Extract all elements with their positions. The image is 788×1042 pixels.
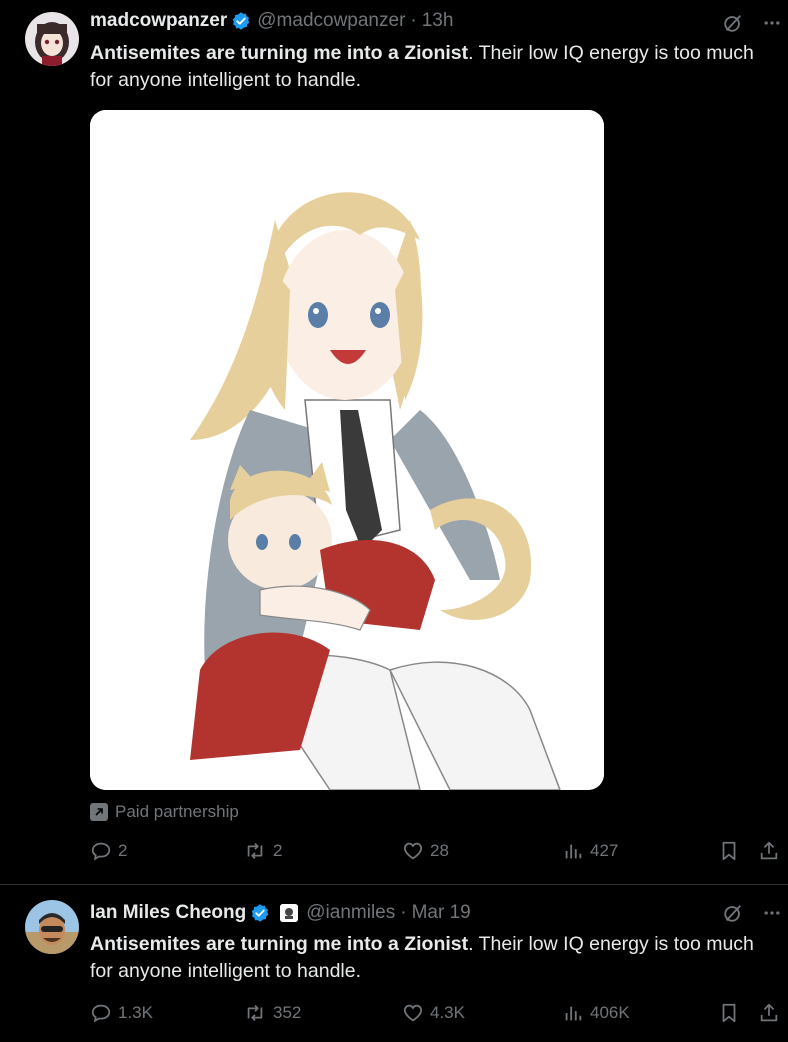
verified-badge-icon (250, 903, 270, 923)
paid-partnership: Paid partnership (90, 802, 239, 822)
avatar[interactable] (25, 900, 79, 954)
bookmark-icon (722, 841, 736, 861)
author-handle[interactable]: @ianmiles (306, 902, 395, 924)
tweet-header: Ian Miles Cheong @ianmiles · Mar 19 (90, 902, 471, 924)
grok-icon[interactable] (722, 12, 744, 39)
views-button[interactable]: 427 (562, 840, 618, 862)
separator-dot: · (410, 10, 417, 31)
reply-count: 1.3K (118, 1003, 153, 1022)
views-count: 427 (590, 841, 619, 860)
tweet-time[interactable]: Mar 19 (412, 902, 471, 924)
share-icon (760, 1003, 778, 1022)
share-icon (760, 841, 778, 860)
bookmark-button[interactable] (718, 1002, 746, 1024)
repost-button[interactable]: 352 (243, 1002, 301, 1024)
tweet-text-bold: Antisemites are turning me into a Zionis… (90, 933, 469, 955)
like-icon (403, 842, 423, 860)
share-button[interactable] (758, 1002, 786, 1024)
avatar[interactable] (25, 12, 79, 66)
tweet-media-image[interactable] (90, 110, 604, 790)
tweet-top-actions (722, 902, 782, 929)
repost-count: 352 (273, 1003, 302, 1022)
tweet-text: Antisemites are turning me into a Zionis… (90, 931, 780, 985)
reply-count: 2 (118, 841, 128, 860)
views-icon (565, 844, 582, 859)
like-button[interactable]: 28 (402, 840, 449, 862)
views-button[interactable]: 406K (562, 1002, 630, 1024)
bookmark-button[interactable] (718, 840, 746, 862)
views-icon (565, 1006, 582, 1021)
paid-partnership-icon (90, 803, 108, 821)
verified-badge-icon (231, 11, 251, 31)
bookmark-icon (722, 1003, 736, 1023)
repost-button[interactable]: 2 (243, 840, 282, 862)
reply-button[interactable]: 2 (90, 840, 127, 862)
more-icon[interactable] (762, 903, 782, 928)
tweet-header: madcowpanzer @madcowpanzer · 13h (90, 10, 453, 32)
views-count: 406K (590, 1003, 630, 1022)
author-name[interactable]: madcowpanzer (90, 10, 227, 32)
reply-button[interactable]: 1.3K (90, 1002, 153, 1024)
tweet-text-bold: Antisemites are turning me into a Zionis… (90, 42, 469, 64)
author-handle[interactable]: @madcowpanzer (257, 10, 405, 32)
affiliate-badge-icon (280, 904, 299, 922)
reply-icon (91, 1004, 111, 1023)
tweet-text: Antisemites are turning me into a Zionis… (90, 40, 780, 94)
separator-dot: · (400, 902, 407, 923)
author-name[interactable]: Ian Miles Cheong (90, 902, 246, 924)
more-icon[interactable] (762, 13, 782, 38)
tweet-1[interactable]: madcowpanzer @madcowpanzer · 13h Antisem… (0, 0, 788, 884)
tweet-actions: 1.3K 352 4.3K 406K (90, 1002, 782, 1032)
tweet-2[interactable]: Ian Miles Cheong @ianmiles · Mar 19 Anti… (0, 885, 788, 1042)
reply-icon (91, 842, 111, 861)
like-button[interactable]: 4.3K (402, 1002, 465, 1024)
repost-icon (247, 1005, 263, 1021)
tweet-actions: 2 2 28 427 (90, 840, 782, 870)
like-count: 4.3K (430, 1003, 465, 1022)
repost-count: 2 (273, 841, 283, 860)
like-icon (403, 1004, 423, 1022)
tweet-time[interactable]: 13h (422, 10, 454, 32)
tweet-top-actions (722, 12, 782, 39)
share-button[interactable] (758, 840, 786, 862)
grok-icon[interactable] (722, 902, 744, 929)
paid-partnership-label: Paid partnership (115, 802, 239, 821)
repost-icon (247, 843, 263, 859)
like-count: 28 (430, 841, 449, 860)
